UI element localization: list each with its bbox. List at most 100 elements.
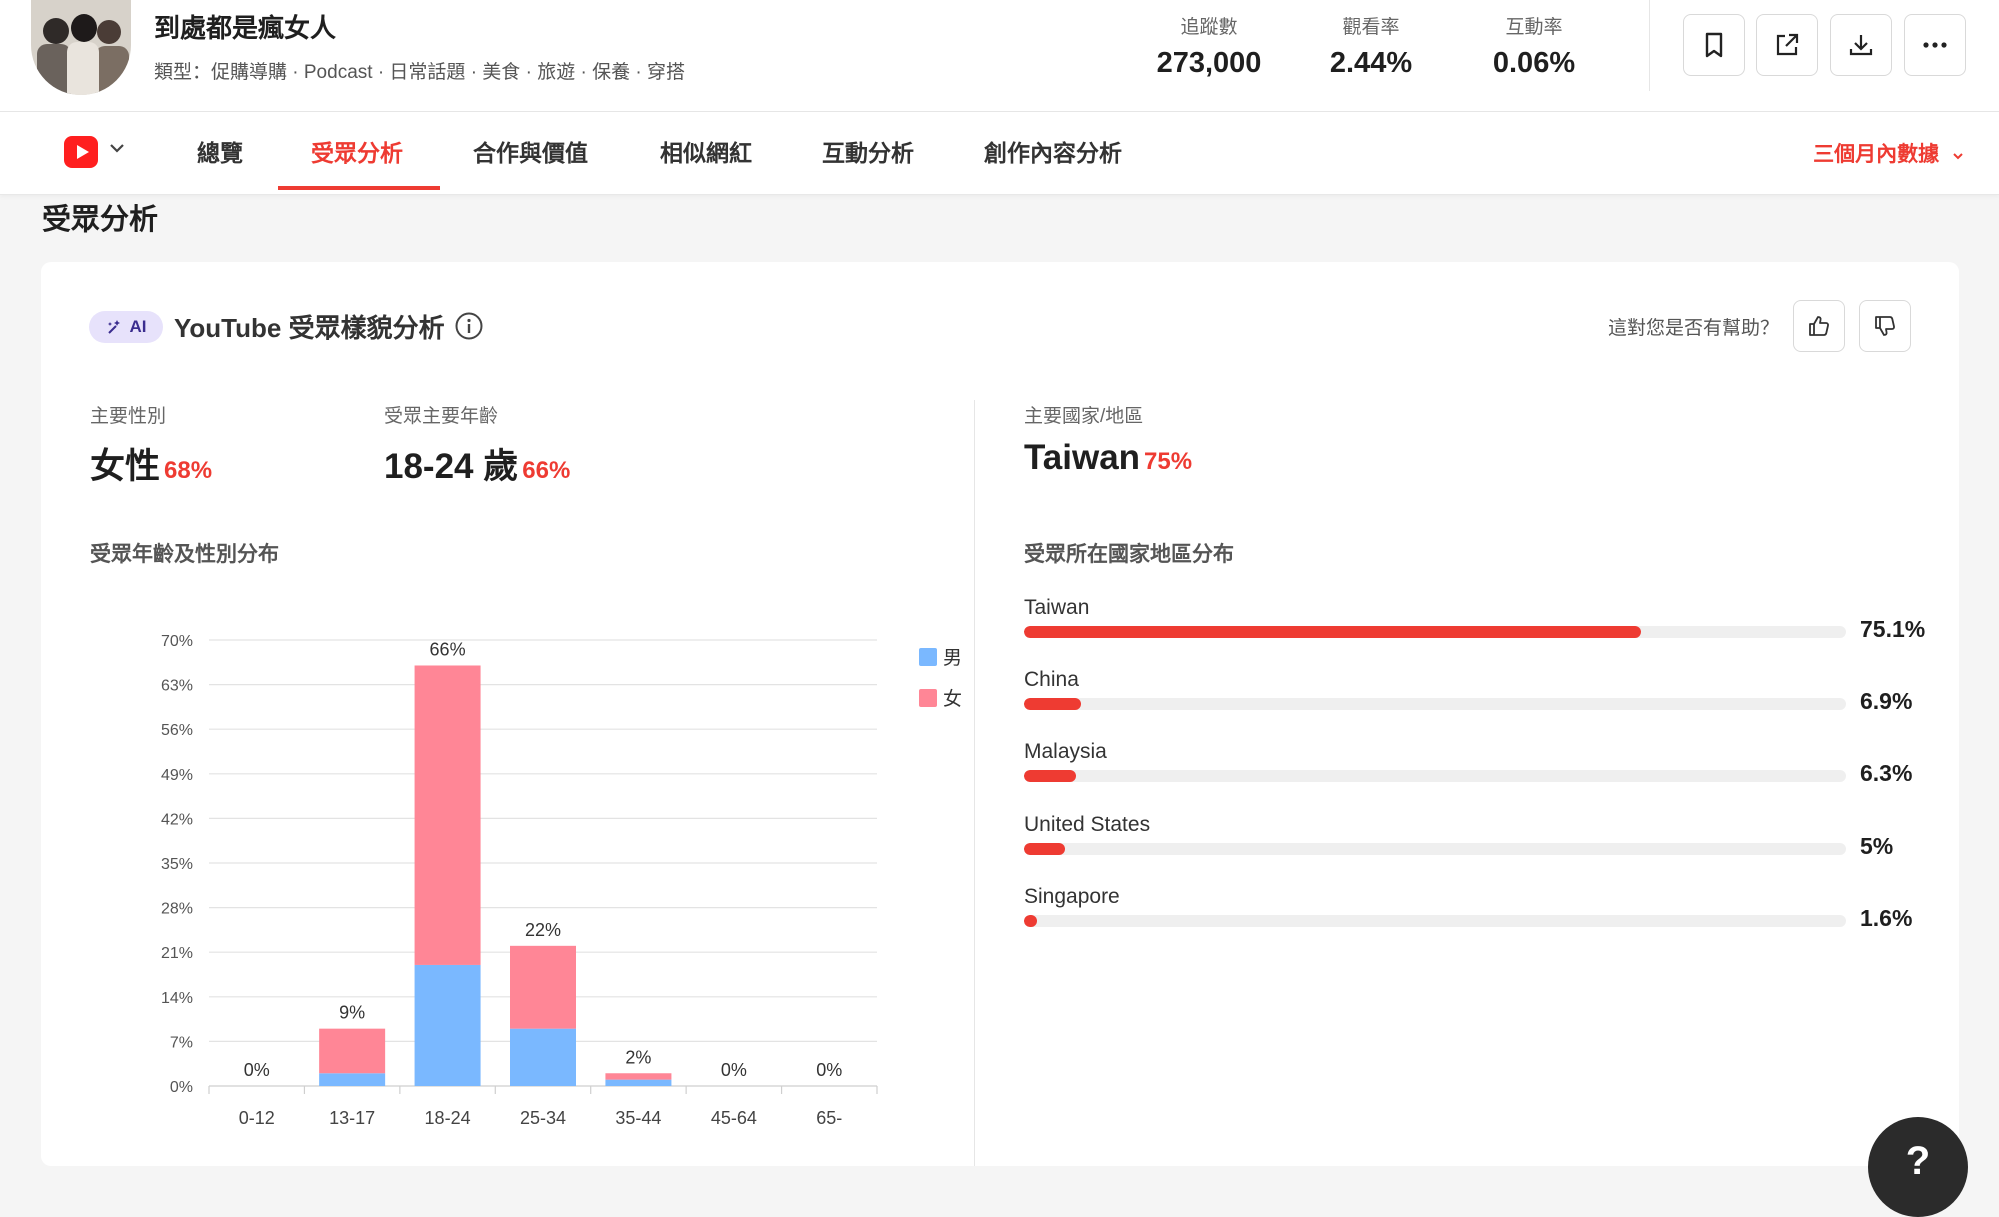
audience-profile-card: AI YouTube 受眾樣貌分析 這對您是否有幫助？ 主要性別 女性 68% 受… [41,262,1959,1166]
country-bar-track [1024,843,1846,855]
bar-total-label: 66% [430,639,466,659]
stat-value: 0.06% [1492,47,1576,79]
main-gender-value: 女性 68% [90,438,212,489]
main-country-label: 主要國家/地區 [1024,406,1144,427]
country-bar-track [1024,698,1846,710]
country-name: China [1024,668,1079,691]
age-gender-chart-title: 受眾年齡及性別分布 [90,543,279,566]
y-tick-label: 56% [161,722,193,739]
thumbs-down-icon [1875,316,1895,336]
tab-content-analysis[interactable]: 創作內容分析 [984,134,1122,168]
main-gender-label: 主要性別 [90,406,167,427]
bar-segment-male [605,1079,672,1086]
x-tick-label: 35-44 [615,1108,661,1128]
x-tick-label: 0-12 [239,1108,275,1128]
country-chart-title: 受眾所在國家地區分布 [1024,543,1234,566]
chevron-down-icon [1953,153,1963,160]
youtube-platform-icon[interactable] [64,136,98,168]
main-country-pct: 75% [1144,448,1193,475]
channel-categories: 類型：促購導購 · Podcast · 日常話題 · 美食 · 旅遊 · 保養 … [154,62,685,83]
y-tick-label: 0% [170,1079,193,1096]
header-divider [1649,0,1650,91]
bar-total-label: 0% [816,1060,842,1080]
main-age-text: 18-24 歲 [384,447,519,486]
thumbs-up-button[interactable] [1793,300,1845,352]
thumbs-down-button[interactable] [1859,300,1911,352]
country-name: Singapore [1024,885,1120,908]
stat-followers: 追蹤數 273,000 [1144,12,1274,80]
open-external-button[interactable] [1756,14,1818,76]
main-age-value: 18-24 歲 66% [384,438,570,489]
country-value: 75.1% [1860,616,1926,642]
country-row: United States 5% [1024,813,1924,875]
y-tick-label: 63% [161,678,193,695]
country-name: United States [1024,813,1151,836]
bar-segment-male [510,1028,576,1086]
download-icon [1849,35,1873,56]
bookmark-button[interactable] [1683,14,1745,76]
x-tick-label: 25-34 [520,1108,566,1128]
section-title: 受眾分析 [42,204,159,236]
external-link-icon [1776,33,1799,56]
y-tick-label: 49% [161,767,193,784]
country-bar-fill [1024,915,1038,927]
y-tick-label: 42% [161,811,193,828]
bar-total-label: 9% [339,1003,365,1023]
bookmark-icon [1705,32,1723,58]
tab-bar: 總覽 受眾分析 合作與價值 相似網紅 互動分析 創作內容分析 三個月內數據 [0,112,1999,195]
country-value: 5% [1860,833,1894,859]
bar-total-label: 2% [625,1047,651,1067]
tab-collaboration-value[interactable]: 合作與價值 [473,134,588,168]
main-country-value: Taiwan 75% [1024,438,1192,478]
column-divider [974,400,975,1166]
x-tick-label: 18-24 [425,1108,471,1128]
download-button[interactable] [1830,14,1892,76]
legend-label: 男性 [943,647,961,669]
x-tick-label: 13-17 [329,1108,375,1128]
ai-badge: AI [89,311,163,343]
bar-total-label: 0% [244,1060,270,1080]
tab-similar-influencers[interactable]: 相似網紅 [660,134,752,168]
main-age-label: 受眾主要年齡 [384,406,499,427]
y-tick-label: 14% [161,990,193,1007]
ai-badge-label: AI [129,317,147,336]
country-bar-fill [1024,843,1066,855]
channel-name: 到處都是瘋女人 [154,13,337,43]
tab-engagement-analysis[interactable]: 互動分析 [822,134,914,168]
info-icon[interactable] [454,311,484,341]
y-tick-label: 28% [161,901,193,918]
time-range-selector[interactable]: 三個月內數據 [1813,138,1965,168]
active-tab-indicator [278,186,440,190]
tab-overview[interactable]: 總覽 [197,134,243,168]
bar-segment-female [605,1073,672,1080]
country-bar-fill [1024,770,1076,782]
sparkle-wand-icon [107,320,120,334]
stat-engagement-rate: 互動率 0.06% [1469,12,1599,80]
card-title: YouTube 受眾樣貌分析 [174,313,445,343]
bar-segment-female [319,1028,386,1074]
y-tick-label: 70% [161,633,193,650]
bar-segment-male [319,1073,386,1086]
stat-value: 273,000 [1156,47,1262,79]
chevron-down-icon[interactable] [108,142,126,154]
main-age-pct: 66% [522,457,571,484]
x-tick-label: 65- [816,1108,842,1128]
stat-label: 觀看率 [1342,17,1400,38]
more-options-button[interactable] [1904,14,1966,76]
y-tick-label: 21% [161,945,193,962]
bar-segment-male [414,964,481,1086]
country-name: Malaysia [1024,740,1107,763]
tab-audience-analysis[interactable]: 受眾分析 [311,134,403,168]
country-row: Singapore 1.6% [1024,885,1924,947]
stat-view-rate: 觀看率 2.44% [1306,12,1436,80]
thumbs-up-icon [1809,316,1829,336]
country-bar-fill [1024,698,1081,710]
help-chat-button[interactable]: ? [1868,1117,1968,1217]
country-value: 1.6% [1860,905,1913,931]
bar-total-label: 0% [721,1060,747,1080]
legend-label: 女性 [943,688,961,710]
y-tick-label: 35% [161,856,193,873]
channel-avatar[interactable] [31,0,131,95]
country-bar-track [1024,626,1846,638]
country-bar-fill [1024,626,1642,638]
